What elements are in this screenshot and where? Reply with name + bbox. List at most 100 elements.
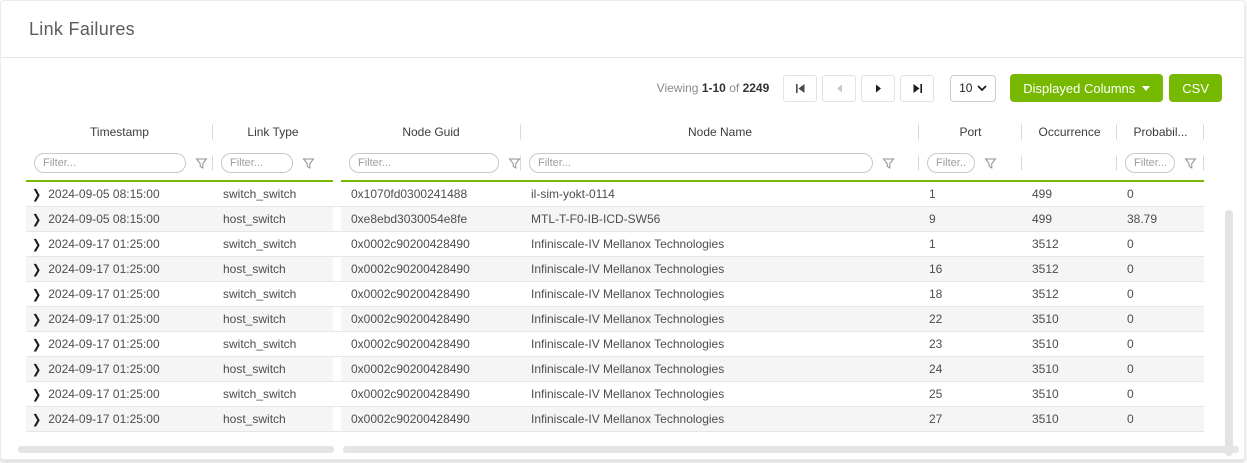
horizontal-scrollbar-thumb[interactable] [343, 446, 1239, 453]
link-type-value: switch_switch [213, 332, 333, 357]
table-row[interactable]: ❯2024-09-17 01:25:00 host_switch 0x0002c… [26, 307, 1204, 332]
filter-cell-probability [1117, 146, 1204, 180]
expand-row-icon[interactable]: ❯ [32, 212, 41, 227]
probability-value: 0 [1117, 307, 1204, 332]
table-toolbar: Viewing 1-10 of 2249 10 Displayed Column… [1, 58, 1244, 118]
link-type-value: switch_switch [213, 232, 333, 257]
port-value: 25 [919, 382, 1022, 407]
node-guid-value: 0x0002c90200428490 [341, 407, 521, 432]
table-row[interactable]: ❯2024-09-05 08:15:00 switch_switch 0x107… [26, 182, 1204, 207]
table-row[interactable]: ❯2024-09-17 01:25:00 switch_switch 0x000… [26, 332, 1204, 357]
next-page-button[interactable] [861, 75, 895, 102]
probability-value: 0 [1117, 382, 1204, 407]
table-row[interactable]: ❯2024-09-17 01:25:00 host_switch 0x0002c… [26, 407, 1204, 432]
table-row[interactable]: ❯2024-09-17 01:25:00 host_switch 0x0002c… [26, 357, 1204, 382]
probability-filter-input[interactable] [1125, 153, 1175, 173]
expand-row-icon[interactable]: ❯ [32, 287, 41, 302]
link-type-value: switch_switch [213, 282, 333, 307]
filter-funnel-icon[interactable] [195, 157, 208, 170]
column-header-link-type[interactable]: Link Type [213, 118, 333, 146]
node-guid-filter-input[interactable] [349, 153, 499, 173]
link-type-value: host_switch [213, 207, 333, 232]
expand-row-icon[interactable]: ❯ [32, 387, 41, 402]
occurrence-value: 3510 [1022, 382, 1117, 407]
timestamp-value: 2024-09-17 01:25:00 [48, 262, 159, 276]
port-value: 1 [919, 232, 1022, 257]
filter-funnel-icon[interactable] [882, 157, 895, 170]
page-size-select[interactable]: 10 [950, 75, 996, 102]
node-guid-value: 0x1070fd0300241488 [341, 182, 521, 207]
node-guid-value: 0x0002c90200428490 [341, 382, 521, 407]
column-header-timestamp[interactable]: Timestamp [26, 118, 213, 146]
node-name-filter-input[interactable] [529, 153, 873, 173]
csv-export-button[interactable]: CSV [1169, 74, 1222, 102]
port-value: 24 [919, 357, 1022, 382]
filter-cell-node-name [521, 146, 919, 180]
occurrence-value: 3512 [1022, 282, 1117, 307]
link-type-value: host_switch [213, 407, 333, 432]
filter-funnel-icon[interactable] [302, 157, 315, 170]
caret-down-icon [1142, 86, 1150, 91]
column-header-probability[interactable]: Probabil... [1117, 118, 1204, 146]
filter-funnel-icon[interactable] [508, 157, 521, 170]
filter-cell-occurrence [1022, 146, 1117, 180]
occurrence-value: 499 [1022, 182, 1117, 207]
pinned-gutter [333, 118, 341, 146]
table-row[interactable]: ❯2024-09-17 01:25:00 switch_switch 0x000… [26, 382, 1204, 407]
node-name-value: Infiniscale-IV Mellanox Technologies [521, 407, 919, 432]
displayed-columns-button[interactable]: Displayed Columns [1010, 74, 1163, 102]
timestamp-value: 2024-09-05 08:15:00 [48, 212, 159, 226]
node-name-value: Infiniscale-IV Mellanox Technologies [521, 257, 919, 282]
port-filter-input[interactable] [927, 153, 975, 173]
table-row[interactable]: ❯2024-09-17 01:25:00 switch_switch 0x000… [26, 232, 1204, 257]
table-filter-row [26, 146, 1204, 180]
displayed-columns-label: Displayed Columns [1023, 81, 1135, 96]
viewing-status: Viewing 1-10 of 2249 [657, 81, 770, 95]
timestamp-value: 2024-09-17 01:25:00 [48, 312, 159, 326]
expand-row-icon[interactable]: ❯ [32, 187, 41, 202]
node-name-value: MTL-T-F0-IB-ICD-SW56 [521, 207, 919, 232]
last-page-icon [912, 83, 923, 94]
viewing-of-label: of [729, 81, 739, 95]
page-size-value: 10 [959, 81, 972, 95]
column-header-node-guid[interactable]: Node Guid [341, 118, 521, 146]
occurrence-value: 3510 [1022, 407, 1117, 432]
csv-label: CSV [1182, 81, 1209, 96]
column-header-port[interactable]: Port [919, 118, 1022, 146]
next-page-icon [874, 84, 883, 93]
table-row[interactable]: ❯ 2024-09-05 08:15:00 host_switch 0xe8ebd… [26, 207, 1204, 232]
filter-funnel-icon[interactable] [984, 157, 997, 170]
viewing-label: Viewing [657, 81, 699, 95]
expand-row-icon[interactable]: ❯ [32, 262, 41, 277]
node-guid-value: 0x0002c90200428490 [341, 257, 521, 282]
filter-cell-port [919, 146, 1022, 180]
table-row[interactable]: ❯2024-09-17 01:25:00 host_switch 0x0002c… [26, 257, 1204, 282]
node-guid-value: 0xe8ebd3030054e8fe [341, 207, 521, 232]
column-header-node-name[interactable]: Node Name [521, 118, 919, 146]
expand-row-icon[interactable]: ❯ [32, 237, 41, 252]
filter-funnel-icon[interactable] [1184, 157, 1197, 170]
link-failures-table: Timestamp Link Type Node Guid Node Name … [26, 118, 1225, 432]
timestamp-value: 2024-09-17 01:25:00 [48, 362, 159, 376]
expand-row-icon[interactable]: ❯ [32, 337, 41, 352]
probability-value: 0 [1117, 407, 1204, 432]
probability-value: 0 [1117, 257, 1204, 282]
vertical-scrollbar[interactable] [1225, 210, 1233, 456]
expand-row-icon[interactable]: ❯ [32, 312, 41, 327]
timestamp-filter-input[interactable] [34, 153, 186, 173]
first-page-button[interactable] [783, 75, 817, 102]
occurrence-value: 3512 [1022, 257, 1117, 282]
expand-row-icon[interactable]: ❯ [32, 362, 41, 377]
occurrence-value: 3510 [1022, 332, 1117, 357]
last-page-button[interactable] [900, 75, 934, 102]
link-type-filter-input[interactable] [221, 153, 293, 173]
expand-row-icon[interactable]: ❯ [32, 412, 41, 427]
table-row[interactable]: ❯2024-09-17 01:25:00 switch_switch 0x000… [26, 282, 1204, 307]
filter-cell-link-type [213, 146, 333, 180]
link-type-value: host_switch [213, 357, 333, 382]
node-name-value: il-sim-yokt-0114 [521, 182, 919, 207]
previous-page-button[interactable] [822, 75, 856, 102]
column-header-occurrence[interactable]: Occurrence [1022, 118, 1117, 146]
probability-value: 0 [1117, 332, 1204, 357]
horizontal-scrollbar-pinned-track[interactable] [18, 446, 334, 453]
